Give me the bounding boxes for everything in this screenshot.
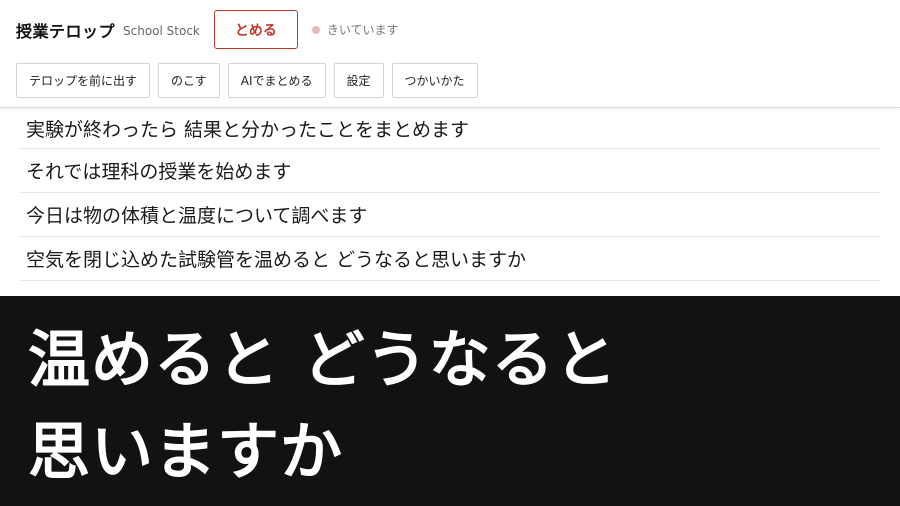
transcript-line: 今日は物の体積と温度について調べます	[20, 193, 880, 237]
app-title: 授業テロップ	[16, 21, 116, 41]
recording-dot-icon	[311, 25, 320, 34]
status-text: きいています	[326, 23, 399, 37]
telop-line: 温めると どうなると	[28, 323, 618, 396]
title-row: 授業テロップ School Stock とめる きいています	[16, 10, 399, 49]
app-header: 授業テロップ School Stock とめる きいています テロップを前に出す…	[0, 0, 900, 108]
how-to-use-button[interactable]: つかいかた	[391, 63, 478, 98]
toolbar: テロップを前に出す のこす AIでまとめる 設定 つかいかた	[16, 63, 478, 98]
listening-status: きいています	[311, 21, 399, 38]
stop-button[interactable]: とめる	[213, 10, 298, 49]
app-subtitle: School Stock	[123, 24, 200, 38]
telop-line: 思いますか	[28, 415, 344, 488]
telop-panel: 温めると どうなると 思いますか	[0, 296, 900, 506]
transcript-line: それでは理科の授業を始めます	[20, 149, 880, 193]
transcript-line: 実験が終わったら 結果と分かったことをまとめます	[20, 108, 880, 149]
transcript-list: 実験が終わったら 結果と分かったことをまとめます それでは理科の授業を始めます …	[20, 108, 880, 281]
transcript-line: 空気を閉じ込めた試験管を温めると どうなると思いますか	[20, 237, 880, 281]
settings-button[interactable]: 設定	[333, 63, 384, 98]
keep-button[interactable]: のこす	[158, 63, 220, 98]
bring-telop-front-button[interactable]: テロップを前に出す	[16, 63, 151, 98]
ai-summarize-button[interactable]: AIでまとめる	[227, 63, 326, 98]
